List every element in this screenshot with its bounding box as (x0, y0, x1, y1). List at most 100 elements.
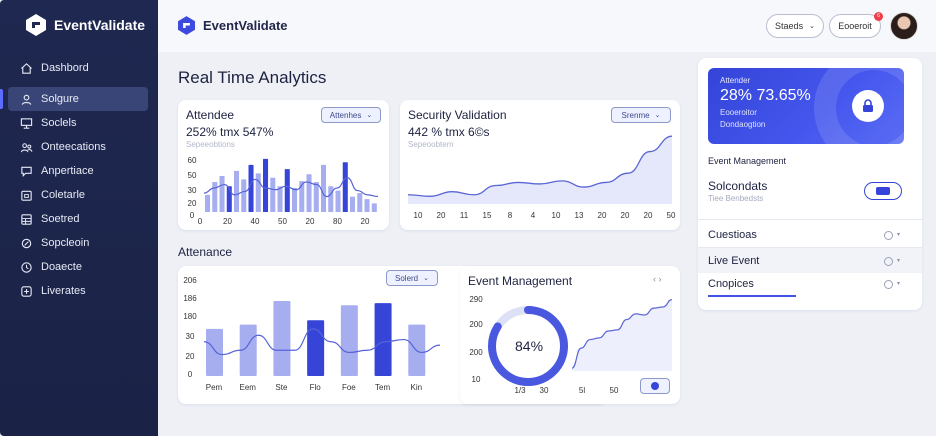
x-tick-label: 20 (598, 211, 607, 220)
topbar-brand[interactable]: EventValidate (178, 16, 288, 35)
x-tick-label: 40 (251, 217, 260, 226)
people-icon (20, 142, 33, 152)
area-fill (572, 299, 672, 371)
event-mgmt-label: Event Management (708, 156, 787, 166)
avatar[interactable] (890, 12, 918, 40)
sidebar-item-anpertiace[interactable]: Anpertiace (8, 159, 148, 183)
staeds-dropdown[interactable]: Staeds ⌄ (766, 14, 824, 38)
bar (335, 190, 341, 212)
hero-sub1: Eooeroitor (720, 108, 757, 117)
bar (321, 164, 327, 212)
event-action-button[interactable] (640, 378, 670, 394)
page-title: Real Time Analytics (178, 68, 327, 87)
brand-name: EventValidate (54, 17, 146, 33)
staeds-label: Staeds (775, 21, 804, 31)
main-area: EventValidate Staeds ⌄ Eooeroit 6 Real T… (158, 0, 936, 436)
y-tick-label: 180 (183, 312, 197, 321)
calendar-icon (21, 190, 32, 201)
sidebar-item-label: Onteecations (41, 141, 106, 153)
x-tick-label: 30 (540, 386, 549, 395)
y-tick-label: 30 (186, 332, 195, 341)
radio-icon (884, 231, 893, 240)
x-tick-label: 20 (437, 211, 446, 220)
x-tick-label: 20 (361, 217, 370, 226)
sidebar-item-doaecte[interactable]: Doaecte (8, 255, 148, 279)
sidebar-item-label: Anpertiace (41, 165, 94, 177)
settings-icon (21, 238, 32, 248)
x-tick-label: 20 (306, 217, 315, 226)
y-tick-label: 50 (188, 171, 197, 180)
bar (273, 301, 291, 376)
logo-icon (26, 14, 46, 36)
solcondats-toggle[interactable] (864, 182, 902, 200)
y-tick-label: 60 (188, 156, 197, 165)
y-tick-label: 30 (188, 186, 197, 195)
sidebar-brand[interactable]: EventValidate (26, 14, 145, 36)
bar (206, 328, 223, 376)
row-label: Live Event (708, 255, 760, 267)
chevron-down-icon: ▾ (897, 258, 901, 264)
bar (248, 164, 254, 212)
user-icon (21, 94, 32, 105)
sidebar-item-soclels[interactable]: Soclels (8, 111, 148, 135)
sidebar-item-soetred[interactable]: Soetred (8, 207, 148, 231)
attendee-chart: 6050302000 20 40 50 20 80 20 (188, 156, 379, 226)
sidebar-item-sopcleoin[interactable]: Sopcleoin (8, 231, 148, 255)
event-percent: 84% (515, 338, 544, 354)
sidebar-item-label: Liverates (41, 285, 86, 297)
x-tick-label: Flo (310, 383, 322, 392)
sidebar-item-coletarle[interactable]: Coletarle (8, 183, 148, 207)
topbar: EventValidate Staeds ⌄ Eooeroit 6 (158, 0, 936, 52)
y-tick-label: 200 (469, 348, 483, 357)
sidebar-item-label: Sopcleoin (41, 237, 90, 249)
x-tick-label: 15 (483, 211, 492, 220)
y-tick-label: 206 (183, 276, 197, 285)
sidebar-item-liverates[interactable]: Liverates (8, 279, 148, 303)
bar (292, 188, 298, 212)
x-tick-label: Eem (239, 383, 256, 392)
bar (284, 169, 290, 212)
chevron-down-icon: ▾ (897, 232, 901, 238)
bar (219, 176, 225, 212)
bar (212, 182, 218, 212)
row-cnopices[interactable]: Cnopices ▾ (698, 273, 922, 299)
grid-icon (21, 213, 32, 225)
bar (277, 186, 283, 212)
hero-card[interactable]: Attender 28% 73.65% Eooeroitor Dondaogti… (708, 68, 904, 144)
sidebar-item-dashboard[interactable]: Dashbord (8, 56, 148, 80)
sidebar-item-label: Dashbord (41, 62, 89, 74)
logo-icon (178, 16, 195, 35)
bar (342, 162, 348, 212)
x-tick-label: 80 (333, 217, 342, 226)
event-card: Event Management ‹ › 290 200 200 10 1/3 30 5l 5… (460, 266, 680, 404)
row-live-event[interactable]: Live Event ▾ (698, 248, 922, 273)
x-tick-label: Foe (342, 383, 356, 392)
bar (270, 177, 276, 212)
hero-label: Attender (720, 76, 751, 85)
home-icon (21, 62, 32, 74)
y-tick-label: 186 (183, 294, 197, 303)
x-tick-label: 20 (621, 211, 630, 220)
chevron-down-icon: ⌄ (809, 23, 815, 30)
bar (364, 199, 370, 212)
clock-icon (21, 261, 32, 273)
sidebar: EventValidate Dashbord Solgure Soclels O… (0, 0, 158, 436)
notification-badge[interactable]: 6 (874, 12, 883, 21)
sidebar-item-label: Doaecte (41, 261, 82, 273)
attendee-card: Attendee 252% tmx 547% Sepeeobtions Atte… (178, 100, 389, 230)
x-tick-label: 5l (579, 386, 585, 395)
row-label: Cuestioas (708, 229, 757, 241)
right-panel: Attender 28% 73.65% Eooeroitor Dondaogti… (698, 58, 922, 310)
lock-badge (852, 90, 884, 122)
dot-icon (651, 382, 659, 390)
sidebar-item-solgure[interactable]: Solgure (0, 87, 148, 111)
security-card: Security Validation 442 % tmx 6©s Sepeoo… (400, 100, 680, 230)
x-tick-label: 8 (508, 211, 513, 220)
sidebar-item-onteecations[interactable]: Onteecations (8, 135, 148, 159)
brand-name: EventValidate (203, 18, 288, 33)
divider (698, 219, 922, 220)
row-cuestioas[interactable]: Cuestioas ▾ (698, 222, 922, 247)
bar (205, 194, 211, 212)
hero-sub2: Dondaogtion (720, 120, 766, 129)
y-tick-label: 0 (190, 211, 195, 220)
